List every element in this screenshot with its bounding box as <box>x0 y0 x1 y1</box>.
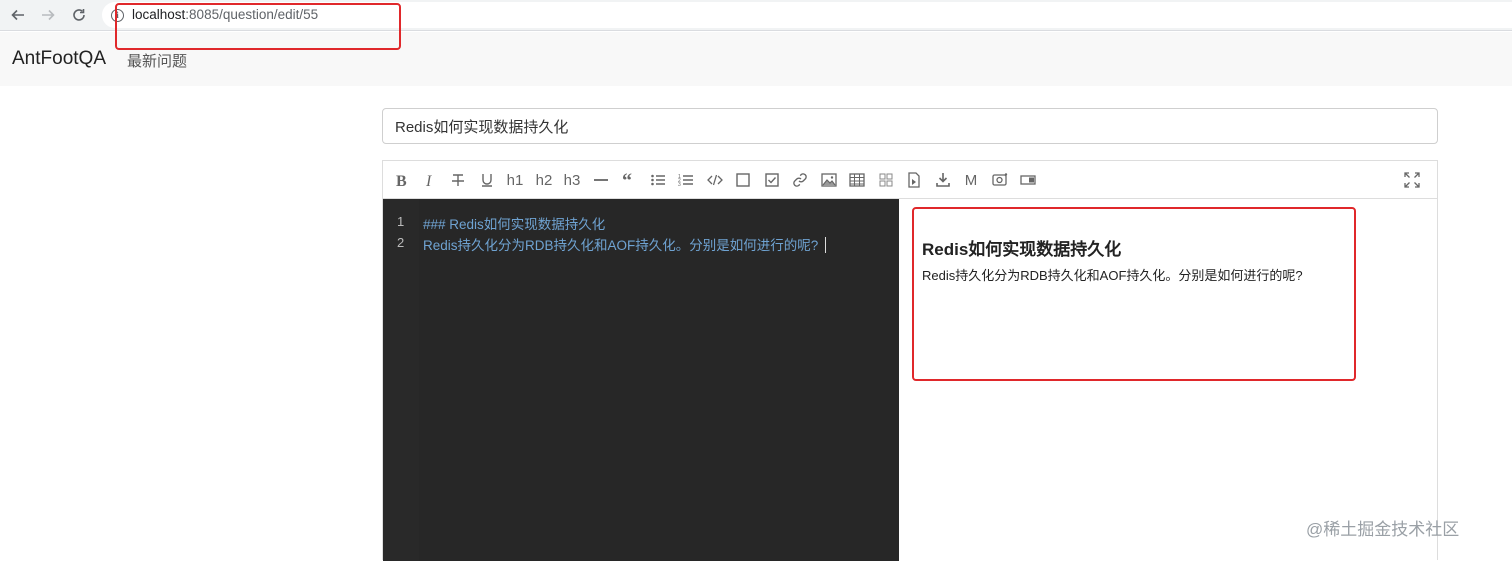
checkbox-icon[interactable] <box>732 170 754 190</box>
image-icon[interactable] <box>818 170 840 190</box>
code-line[interactable]: ### Redis如何实现数据持久化 <box>423 213 605 233</box>
question-title-input[interactable] <box>382 108 1438 144</box>
line-number: 1 <box>397 214 405 229</box>
import-icon[interactable] <box>903 170 925 190</box>
annotation-box-url <box>115 3 401 50</box>
h3-button[interactable]: h3 <box>561 170 583 190</box>
grid-icon[interactable] <box>875 170 897 190</box>
svg-text:B: B <box>396 173 407 188</box>
text-cursor <box>825 237 827 253</box>
toggle-layout-icon[interactable] <box>1017 170 1039 190</box>
download-icon[interactable] <box>932 170 954 190</box>
h2-button[interactable]: h2 <box>533 170 555 190</box>
line-number: 2 <box>397 235 405 250</box>
line-gutter: 1 2 <box>383 199 419 561</box>
table-icon[interactable] <box>846 170 868 190</box>
italic-icon[interactable]: I <box>419 170 441 190</box>
brand-logo[interactable]: AntFootQA <box>12 48 106 70</box>
editor-toolbar: B I h1 h2 h3 “ 123 M <box>383 161 1437 199</box>
nav-link-latest[interactable]: 最新问题 <box>127 50 187 71</box>
forward-icon[interactable] <box>37 5 59 25</box>
quote-icon[interactable]: “ <box>618 170 640 190</box>
fullscreen-icon[interactable] <box>1401 170 1423 190</box>
ordered-list-icon[interactable]: 123 <box>675 170 697 190</box>
underline-icon[interactable] <box>476 170 498 190</box>
code-line[interactable]: Redis持久化分为RDB持久化和AOF持久化。分别是如何进行的呢? <box>423 234 827 254</box>
svg-text:I: I <box>425 173 432 188</box>
svg-text:“: “ <box>622 172 632 188</box>
markdown-source-pane[interactable]: 1 2 ### Redis如何实现数据持久化 Redis持久化分为RDB持久化和… <box>383 199 899 561</box>
unordered-list-icon[interactable] <box>647 170 669 190</box>
code-line-text: Redis持久化分为RDB持久化和AOF持久化。分别是如何进行的呢? <box>423 238 819 253</box>
h1-button[interactable]: h1 <box>504 170 526 190</box>
annotation-box-preview <box>912 207 1356 381</box>
back-icon[interactable] <box>7 5 29 25</box>
preview-eye-icon[interactable] <box>989 170 1011 190</box>
code-icon[interactable] <box>704 170 726 190</box>
markdown-m-button[interactable]: M <box>960 170 982 190</box>
svg-text:3: 3 <box>678 182 681 188</box>
watermark: @稀土掘金技术社区 <box>1306 520 1460 539</box>
reload-icon[interactable] <box>68 5 90 25</box>
strikethrough-icon[interactable] <box>447 170 469 190</box>
bold-icon[interactable]: B <box>391 170 413 190</box>
link-icon[interactable] <box>789 170 811 190</box>
hr-icon[interactable] <box>590 170 612 190</box>
task-checked-icon[interactable] <box>761 170 783 190</box>
